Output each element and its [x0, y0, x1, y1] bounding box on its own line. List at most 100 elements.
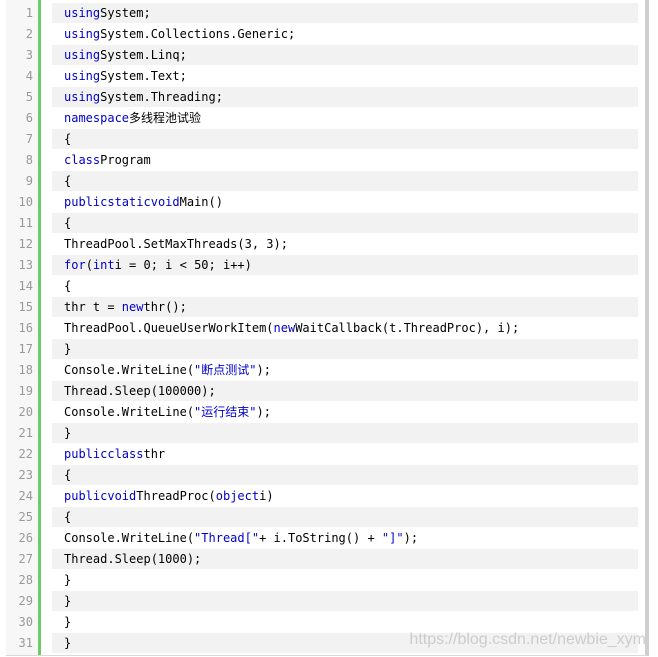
code-text: publicvoidThreadProc(objecti) [52, 486, 638, 506]
line-number: 7 [25, 132, 33, 146]
line-number: 2 [25, 27, 33, 41]
keyword-token: public [64, 195, 108, 209]
keyword-token: int [92, 258, 115, 272]
line-number: 13 [18, 258, 33, 272]
code-token: } [64, 342, 72, 356]
code-line: 6 namespace多线程池试验 [0, 108, 658, 129]
keyword-token: class [64, 153, 101, 167]
code-text: { [52, 213, 638, 233]
line-number: 10 [18, 195, 33, 209]
code-line: 9{ [0, 171, 658, 192]
code-text: Console.WriteLine("Thread["+ i.ToString(… [52, 528, 638, 548]
code-text: } [52, 591, 638, 611]
line-number: 27 [18, 552, 33, 566]
code-token: Thread.Sleep(100000); [64, 384, 216, 398]
line-number: 22 [18, 447, 33, 461]
code-text: ThreadPool.SetMaxThreads(3, 3); [52, 234, 638, 254]
code-line: 28} [0, 570, 658, 591]
line-number: 21 [18, 426, 33, 440]
code-text: { [52, 129, 638, 149]
code-line: 5 usingSystem.Threading; [0, 87, 658, 108]
code-text: { [52, 276, 638, 296]
keyword-token: static [107, 195, 151, 209]
line-number: 23 [18, 468, 33, 482]
code-line: 27 Thread.Sleep(1000); [0, 549, 658, 570]
code-token: i) [259, 489, 274, 503]
code-text: thr t = newthr(); [52, 297, 638, 317]
keyword-token: public [64, 447, 108, 461]
code-token: { [64, 468, 72, 482]
line-number: 19 [18, 384, 33, 398]
code-line: 7{ [0, 129, 658, 150]
code-line: 20 Console.WriteLine("运行结束"); [0, 402, 658, 423]
code-line: 24 publicvoidThreadProc(objecti) [0, 486, 658, 507]
code-text: Thread.Sleep(100000); [52, 381, 638, 401]
keyword-token: using [64, 48, 101, 62]
watermark-text: https://blog.csdn.net/newbie_xym [409, 631, 646, 648]
code-token: thr [143, 447, 166, 461]
code-token: } [64, 636, 72, 650]
code-text: usingSystem.Threading; [52, 87, 638, 107]
keyword-token: class [107, 447, 144, 461]
code-line: 29} [0, 591, 658, 612]
code-line: 2 usingSystem.Collections.Generic; [0, 24, 658, 45]
string-token: "断点测试" [194, 363, 257, 377]
code-text: classProgram [52, 150, 638, 170]
keyword-token: for [64, 258, 86, 272]
code-token: System.Collections.Generic; [100, 27, 296, 41]
code-text: Console.WriteLine("断点测试"); [52, 360, 638, 380]
code-token: Main() [179, 195, 223, 209]
line-number: 3 [25, 48, 33, 62]
line-number: 28 [18, 573, 33, 587]
code-text: } [52, 612, 638, 632]
code-token: ThreadProc( [136, 489, 216, 503]
code-text: Console.WriteLine("运行结束"); [52, 402, 638, 422]
line-number: 30 [18, 615, 33, 629]
code-lines: 1 usingSystem; 2 usingSystem.Collections.Ge… [0, 3, 658, 654]
line-number: 1 [25, 6, 33, 20]
keyword-token: namespace [64, 111, 130, 125]
line-number: 24 [18, 489, 33, 503]
line-number: 29 [18, 594, 33, 608]
code-token: ); [256, 363, 271, 377]
code-token: System.Linq; [100, 48, 187, 62]
code-token: System.Text; [100, 69, 187, 83]
code-line: 3 usingSystem.Linq; [0, 45, 658, 66]
code-text: ThreadPool.QueueUserWorkItem(newWaitCall… [52, 318, 638, 338]
code-token: ThreadPool.SetMaxThreads(3, 3); [64, 237, 288, 251]
line-number: 4 [25, 69, 33, 83]
code-token: Console.WriteLine( [64, 405, 195, 419]
code-token: } [64, 573, 72, 587]
code-token: ThreadPool.QueueUserWorkItem( [64, 321, 274, 335]
code-text: { [52, 171, 638, 191]
code-text: namespace多线程池试验 [52, 108, 638, 128]
line-number: 31 [18, 636, 33, 650]
code-line: 13 for(inti = 0; i < 50; i++) [0, 255, 658, 276]
code-text: } [52, 570, 638, 590]
keyword-token: void [107, 489, 137, 503]
code-token: { [64, 132, 72, 146]
code-line: 15 thr t = newthr(); [0, 297, 658, 318]
code-text: } [52, 339, 638, 359]
code-token: thr(); [143, 300, 187, 314]
code-token: Thread.Sleep(1000); [64, 552, 202, 566]
keyword-token: void [150, 195, 180, 209]
code-token: } [64, 426, 72, 440]
code-token: { [64, 510, 72, 524]
code-line: 10 publicstaticvoidMain() [0, 192, 658, 213]
code-text: usingSystem; [52, 3, 638, 23]
code-line: 21} [0, 423, 658, 444]
code-text: usingSystem.Collections.Generic; [52, 24, 638, 44]
code-line: 23 { [0, 465, 658, 486]
line-number: 12 [18, 237, 33, 251]
keyword-token: new [273, 321, 296, 335]
keyword-token: using [64, 27, 101, 41]
keyword-token: public [64, 489, 108, 503]
line-number: 9 [25, 174, 33, 188]
code-token: + i.ToString() + [259, 531, 382, 545]
code-token: ); [403, 531, 419, 545]
line-number: 20 [18, 405, 33, 419]
code-line: 16 ThreadPool.QueueUserWorkItem(newWaitCa… [0, 318, 658, 339]
code-line: 19 Thread.Sleep(100000); [0, 381, 658, 402]
line-number: 25 [18, 510, 33, 524]
